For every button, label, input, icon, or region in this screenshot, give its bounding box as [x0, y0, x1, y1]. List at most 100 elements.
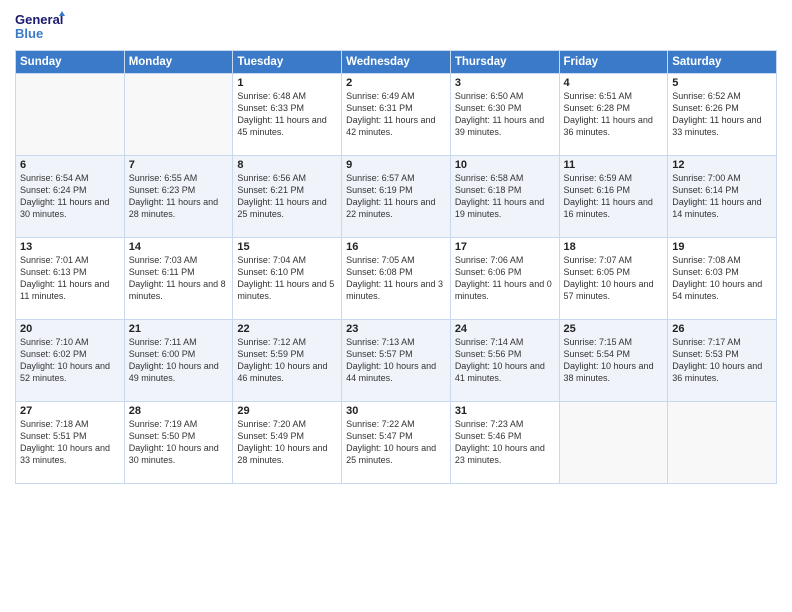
logo: General Blue: [15, 10, 65, 46]
calendar-week-row: 6Sunrise: 6:54 AM Sunset: 6:24 PM Daylig…: [16, 156, 777, 238]
calendar-week-row: 13Sunrise: 7:01 AM Sunset: 6:13 PM Dayli…: [16, 238, 777, 320]
calendar-cell: 16Sunrise: 7:05 AM Sunset: 6:08 PM Dayli…: [342, 238, 451, 320]
calendar-col-header: Monday: [124, 51, 233, 74]
day-number: 27: [20, 405, 120, 417]
calendar-cell: 23Sunrise: 7:13 AM Sunset: 5:57 PM Dayli…: [342, 320, 451, 402]
cell-content: Sunrise: 7:08 AM Sunset: 6:03 PM Dayligh…: [672, 254, 772, 303]
day-number: 3: [455, 77, 555, 89]
cell-content: Sunrise: 6:52 AM Sunset: 6:26 PM Dayligh…: [672, 90, 772, 139]
calendar-cell: 27Sunrise: 7:18 AM Sunset: 5:51 PM Dayli…: [16, 402, 125, 484]
cell-content: Sunrise: 7:14 AM Sunset: 5:56 PM Dayligh…: [455, 336, 555, 385]
calendar-week-row: 27Sunrise: 7:18 AM Sunset: 5:51 PM Dayli…: [16, 402, 777, 484]
cell-content: Sunrise: 7:11 AM Sunset: 6:00 PM Dayligh…: [129, 336, 229, 385]
cell-content: Sunrise: 7:00 AM Sunset: 6:14 PM Dayligh…: [672, 172, 772, 221]
cell-content: Sunrise: 6:56 AM Sunset: 6:21 PM Dayligh…: [237, 172, 337, 221]
cell-content: Sunrise: 6:55 AM Sunset: 6:23 PM Dayligh…: [129, 172, 229, 221]
cell-content: Sunrise: 7:22 AM Sunset: 5:47 PM Dayligh…: [346, 418, 446, 467]
svg-text:General: General: [15, 12, 63, 27]
day-number: 30: [346, 405, 446, 417]
cell-content: Sunrise: 6:59 AM Sunset: 6:16 PM Dayligh…: [564, 172, 664, 221]
cell-content: Sunrise: 7:19 AM Sunset: 5:50 PM Dayligh…: [129, 418, 229, 467]
day-number: 1: [237, 77, 337, 89]
calendar-cell: 31Sunrise: 7:23 AM Sunset: 5:46 PM Dayli…: [450, 402, 559, 484]
day-number: 16: [346, 241, 446, 253]
calendar-cell: 12Sunrise: 7:00 AM Sunset: 6:14 PM Dayli…: [668, 156, 777, 238]
day-number: 11: [564, 159, 664, 171]
day-number: 25: [564, 323, 664, 335]
cell-content: Sunrise: 6:58 AM Sunset: 6:18 PM Dayligh…: [455, 172, 555, 221]
cell-content: Sunrise: 6:50 AM Sunset: 6:30 PM Dayligh…: [455, 90, 555, 139]
calendar-cell: 6Sunrise: 6:54 AM Sunset: 6:24 PM Daylig…: [16, 156, 125, 238]
cell-content: Sunrise: 7:15 AM Sunset: 5:54 PM Dayligh…: [564, 336, 664, 385]
logo-svg: General Blue: [15, 10, 65, 46]
day-number: 19: [672, 241, 772, 253]
day-number: 24: [455, 323, 555, 335]
day-number: 23: [346, 323, 446, 335]
calendar-table: SundayMondayTuesdayWednesdayThursdayFrid…: [15, 50, 777, 484]
calendar-header-row: SundayMondayTuesdayWednesdayThursdayFrid…: [16, 51, 777, 74]
calendar-col-header: Saturday: [668, 51, 777, 74]
cell-content: Sunrise: 6:48 AM Sunset: 6:33 PM Dayligh…: [237, 90, 337, 139]
calendar-cell: 21Sunrise: 7:11 AM Sunset: 6:00 PM Dayli…: [124, 320, 233, 402]
calendar-cell: [559, 402, 668, 484]
day-number: 20: [20, 323, 120, 335]
cell-content: Sunrise: 7:06 AM Sunset: 6:06 PM Dayligh…: [455, 254, 555, 303]
day-number: 12: [672, 159, 772, 171]
svg-text:Blue: Blue: [15, 26, 43, 41]
header-row: General Blue: [15, 10, 777, 46]
cell-content: Sunrise: 7:01 AM Sunset: 6:13 PM Dayligh…: [20, 254, 120, 303]
day-number: 17: [455, 241, 555, 253]
calendar-col-header: Friday: [559, 51, 668, 74]
day-number: 15: [237, 241, 337, 253]
day-number: 18: [564, 241, 664, 253]
cell-content: Sunrise: 6:54 AM Sunset: 6:24 PM Dayligh…: [20, 172, 120, 221]
calendar-cell: 1Sunrise: 6:48 AM Sunset: 6:33 PM Daylig…: [233, 74, 342, 156]
calendar-cell: 7Sunrise: 6:55 AM Sunset: 6:23 PM Daylig…: [124, 156, 233, 238]
calendar-cell: 14Sunrise: 7:03 AM Sunset: 6:11 PM Dayli…: [124, 238, 233, 320]
calendar-cell: [668, 402, 777, 484]
day-number: 6: [20, 159, 120, 171]
calendar-cell: 22Sunrise: 7:12 AM Sunset: 5:59 PM Dayli…: [233, 320, 342, 402]
cell-content: Sunrise: 7:18 AM Sunset: 5:51 PM Dayligh…: [20, 418, 120, 467]
cell-content: Sunrise: 7:20 AM Sunset: 5:49 PM Dayligh…: [237, 418, 337, 467]
calendar-cell: 10Sunrise: 6:58 AM Sunset: 6:18 PM Dayli…: [450, 156, 559, 238]
day-number: 21: [129, 323, 229, 335]
calendar-col-header: Tuesday: [233, 51, 342, 74]
day-number: 29: [237, 405, 337, 417]
day-number: 14: [129, 241, 229, 253]
calendar-cell: 19Sunrise: 7:08 AM Sunset: 6:03 PM Dayli…: [668, 238, 777, 320]
day-number: 5: [672, 77, 772, 89]
calendar-col-header: Wednesday: [342, 51, 451, 74]
calendar-week-row: 20Sunrise: 7:10 AM Sunset: 6:02 PM Dayli…: [16, 320, 777, 402]
calendar-cell: 18Sunrise: 7:07 AM Sunset: 6:05 PM Dayli…: [559, 238, 668, 320]
day-number: 9: [346, 159, 446, 171]
calendar-cell: 5Sunrise: 6:52 AM Sunset: 6:26 PM Daylig…: [668, 74, 777, 156]
cell-content: Sunrise: 7:23 AM Sunset: 5:46 PM Dayligh…: [455, 418, 555, 467]
cell-content: Sunrise: 7:05 AM Sunset: 6:08 PM Dayligh…: [346, 254, 446, 303]
calendar-cell: 17Sunrise: 7:06 AM Sunset: 6:06 PM Dayli…: [450, 238, 559, 320]
calendar-cell: 11Sunrise: 6:59 AM Sunset: 6:16 PM Dayli…: [559, 156, 668, 238]
day-number: 31: [455, 405, 555, 417]
calendar-cell: 20Sunrise: 7:10 AM Sunset: 6:02 PM Dayli…: [16, 320, 125, 402]
cell-content: Sunrise: 7:04 AM Sunset: 6:10 PM Dayligh…: [237, 254, 337, 303]
calendar-cell: 9Sunrise: 6:57 AM Sunset: 6:19 PM Daylig…: [342, 156, 451, 238]
calendar-cell: 30Sunrise: 7:22 AM Sunset: 5:47 PM Dayli…: [342, 402, 451, 484]
calendar-cell: 25Sunrise: 7:15 AM Sunset: 5:54 PM Dayli…: [559, 320, 668, 402]
calendar-col-header: Thursday: [450, 51, 559, 74]
calendar-cell: [124, 74, 233, 156]
calendar-cell: 3Sunrise: 6:50 AM Sunset: 6:30 PM Daylig…: [450, 74, 559, 156]
day-number: 22: [237, 323, 337, 335]
cell-content: Sunrise: 6:49 AM Sunset: 6:31 PM Dayligh…: [346, 90, 446, 139]
calendar-container: General Blue SundayMondayTuesdayWednesda…: [0, 0, 792, 492]
day-number: 10: [455, 159, 555, 171]
calendar-cell: 28Sunrise: 7:19 AM Sunset: 5:50 PM Dayli…: [124, 402, 233, 484]
cell-content: Sunrise: 7:07 AM Sunset: 6:05 PM Dayligh…: [564, 254, 664, 303]
day-number: 8: [237, 159, 337, 171]
cell-content: Sunrise: 7:13 AM Sunset: 5:57 PM Dayligh…: [346, 336, 446, 385]
calendar-cell: 26Sunrise: 7:17 AM Sunset: 5:53 PM Dayli…: [668, 320, 777, 402]
cell-content: Sunrise: 7:12 AM Sunset: 5:59 PM Dayligh…: [237, 336, 337, 385]
calendar-col-header: Sunday: [16, 51, 125, 74]
day-number: 26: [672, 323, 772, 335]
calendar-cell: 24Sunrise: 7:14 AM Sunset: 5:56 PM Dayli…: [450, 320, 559, 402]
calendar-cell: 2Sunrise: 6:49 AM Sunset: 6:31 PM Daylig…: [342, 74, 451, 156]
